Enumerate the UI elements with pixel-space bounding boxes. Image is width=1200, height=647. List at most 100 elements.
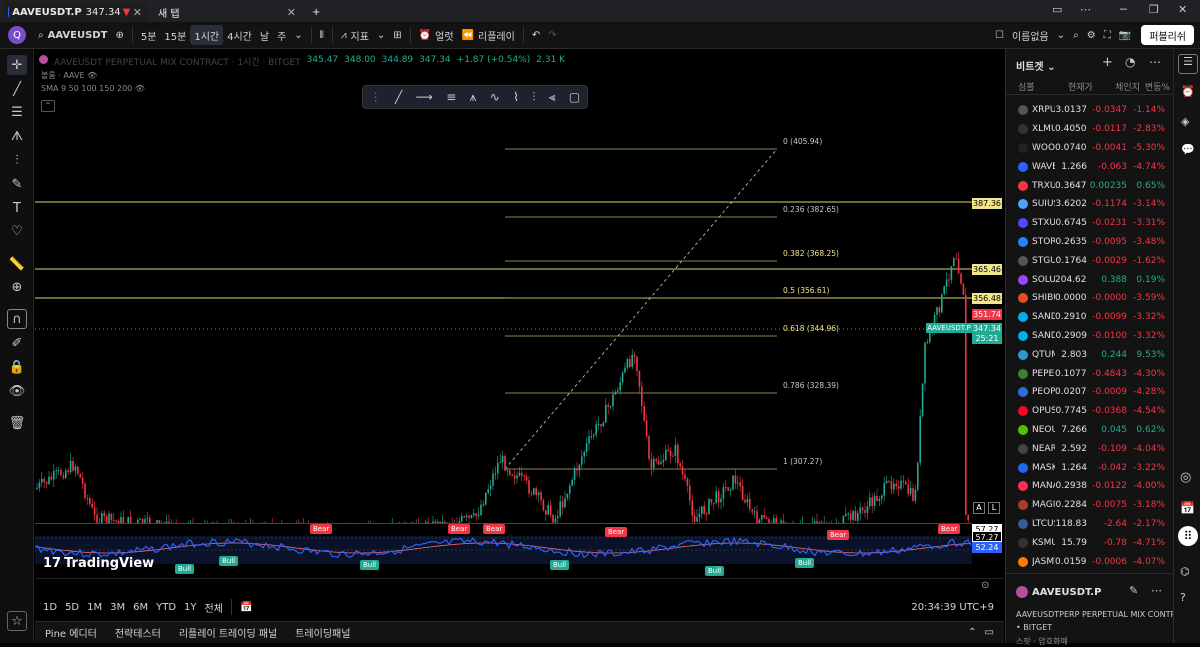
fib-ext-icon[interactable]: ⫷ bbox=[549, 90, 556, 105]
pattern-tool-icon[interactable]: ⌇ bbox=[513, 90, 519, 104]
tab-replay-panel[interactable]: 리플레이 트레이딩 패널 bbox=[175, 623, 281, 643]
watchlist-row[interactable]: PEPEUSDT 0.107729 -0.4843 -4.30% bbox=[1006, 364, 1174, 383]
watchlist-row[interactable]: STXUSDT 0.6745 -0.0231 -3.31% bbox=[1006, 214, 1174, 233]
range-1y[interactable]: 1Y bbox=[180, 597, 200, 617]
stay-drawing-icon[interactable]: ✐ bbox=[7, 333, 27, 353]
drag-handle-icon[interactable]: ⋮ bbox=[370, 90, 382, 104]
apps-grid-icon[interactable]: ⠿ bbox=[1178, 526, 1198, 546]
help-icon[interactable]: ? bbox=[1180, 591, 1186, 604]
tab-strategy-tester[interactable]: 전략테스터 bbox=[111, 623, 165, 643]
tab-close-icon[interactable]: ✕ bbox=[133, 6, 142, 19]
notifications-icon[interactable]: ⌬ bbox=[1180, 565, 1190, 578]
fullscreen-icon[interactable]: ⛶ bbox=[1100, 25, 1115, 45]
calendar-icon[interactable]: 📅 bbox=[1180, 501, 1195, 515]
brush-icon[interactable]: ✎ bbox=[7, 174, 27, 194]
maximize-icon[interactable]: ❐ bbox=[1149, 3, 1159, 16]
watchlist-row[interactable]: KSMUSDT 15.79 -0.78 -4.71% bbox=[1006, 533, 1174, 552]
eye-icon[interactable]: 👁 bbox=[87, 71, 97, 80]
watchlist-row[interactable]: STORJUSDT 0.2635 -0.0095 -3.48% bbox=[1006, 233, 1174, 252]
range-all[interactable]: 전체 bbox=[201, 597, 227, 617]
watchlist-more-icon[interactable]: ⋯ bbox=[1149, 55, 1161, 69]
crosshair-icon[interactable]: ✛ bbox=[7, 55, 27, 75]
interval-day[interactable]: 날 bbox=[256, 25, 273, 45]
fib-retrace-icon[interactable]: ⫶ bbox=[532, 90, 535, 105]
settings-gear-icon[interactable]: ⚙ bbox=[1083, 25, 1100, 45]
wave-icon[interactable]: ∿ bbox=[490, 90, 500, 104]
layers-icon[interactable]: ◈ bbox=[1181, 115, 1189, 128]
fib-tool-icon[interactable]: ⫶ bbox=[7, 150, 27, 170]
watchlist-row[interactable]: OPUSDT 0.7745 -0.0368 -4.54% bbox=[1006, 402, 1174, 421]
detail-more-icon[interactable]: ⋯ bbox=[1151, 584, 1162, 597]
target-icon[interactable]: ◎ bbox=[1180, 470, 1191, 485]
horizontal-lines-icon[interactable]: ☰ bbox=[7, 102, 27, 122]
tab-pine-editor[interactable]: Pine 에디터 bbox=[41, 623, 101, 643]
edit-pencil-icon[interactable]: ✎ bbox=[1129, 584, 1138, 597]
watchlist-row[interactable]: MASKUSDT 1.264 -0.042 -3.22% bbox=[1006, 458, 1174, 477]
layout-name[interactable]: 이름없음 bbox=[1008, 25, 1053, 45]
watchlist-row[interactable]: NEOUSDT 7.266 0.045 0.62% bbox=[1006, 421, 1174, 440]
rectangle-icon[interactable]: ▢ bbox=[569, 90, 580, 104]
time-axis-settings-icon[interactable]: ⊙ bbox=[981, 580, 989, 591]
symbol-search-button[interactable]: ⌕AAVEUSDT bbox=[34, 25, 111, 45]
ray-tool-icon[interactable]: ⟶ bbox=[416, 90, 433, 104]
indicators-button[interactable]: ⩘지표 bbox=[337, 25, 373, 45]
add-symbol-plus-icon[interactable]: + bbox=[1102, 55, 1113, 70]
watchlist-row[interactable]: QTUMUSDT 2.803 0.244 9.53% bbox=[1006, 345, 1174, 364]
magnet-icon[interactable]: ∩ bbox=[7, 309, 27, 329]
pitchfork-icon[interactable]: ⩚ bbox=[470, 90, 477, 105]
channel-tool-icon[interactable]: ≡ bbox=[446, 90, 456, 104]
templates-grid-icon[interactable]: ⊞ bbox=[389, 25, 405, 45]
advanced-view-icon[interactable]: ◔ bbox=[1125, 55, 1135, 69]
range-1d[interactable]: 1D bbox=[39, 597, 61, 617]
watchlist-row[interactable]: XLMUSDT 0.40506 -0.0117 -2.83% bbox=[1006, 120, 1174, 139]
tab-new[interactable]: 새 탭 ✕ bbox=[152, 2, 302, 22]
ruler-icon[interactable]: 📏 bbox=[7, 254, 27, 274]
new-tab-plus-icon[interactable]: + bbox=[306, 2, 322, 22]
eye-icon[interactable]: 👁 bbox=[135, 84, 145, 93]
trash-icon[interactable]: 🗑 bbox=[7, 413, 27, 433]
interval-1h[interactable]: 1시간 bbox=[190, 25, 223, 45]
redo-icon[interactable]: ↷ bbox=[544, 25, 560, 45]
col-last[interactable]: 현재가 bbox=[1068, 80, 1104, 93]
watchlist-row[interactable]: STGUSDT 0.1764 -0.0029 -1.62% bbox=[1006, 251, 1174, 270]
oscillator-pane[interactable]: BearBearBearBearBearBearBullBullBullBull… bbox=[35, 523, 972, 578]
layout-dropdown-icon[interactable]: ⌄ bbox=[1053, 25, 1069, 45]
camera-icon[interactable]: 📷 bbox=[1115, 25, 1135, 45]
watchlist-title[interactable]: 비트겟 ⌄ bbox=[1016, 58, 1055, 73]
col-change-pct[interactable]: 변동% bbox=[1140, 80, 1170, 93]
interval-4h[interactable]: 4시간 bbox=[223, 25, 256, 45]
watchlist-row[interactable]: SOLUSDT 204.623 0.388 0.19% bbox=[1006, 270, 1174, 289]
undo-icon[interactable]: ↶ bbox=[528, 25, 544, 45]
heart-icon[interactable]: ♡ bbox=[7, 221, 27, 241]
watchlist-row[interactable]: SANDUSDT 0.2909 -0.0100 -3.32% bbox=[1006, 327, 1174, 346]
watchlist-row[interactable]: LTCUSDT 118.83 -2.64 -2.17% bbox=[1006, 515, 1174, 534]
range-5d[interactable]: 5D bbox=[61, 597, 83, 617]
tab-aaveusdt[interactable]: AAVEUSDT.P 347.34 ▼ −2.96% ✕ bbox=[2, 2, 148, 22]
alert-button[interactable]: ⏰얼럿 bbox=[415, 25, 458, 45]
watchlist-row[interactable]: NEARUSDT 2.592 -0.109 -4.04% bbox=[1006, 439, 1174, 458]
publish-button[interactable]: 퍼블리쉬 bbox=[1141, 25, 1194, 45]
eye-icon[interactable]: 👁 bbox=[7, 381, 27, 401]
maximize-panel-icon[interactable]: ▭ bbox=[981, 623, 998, 643]
watchlist-row[interactable]: PEOPLEUSDT 0.02079 -0.0009 -4.28% bbox=[1006, 383, 1174, 402]
watchlist-row[interactable]: TRXUSDT 0.36472 0.00235 0.65% bbox=[1006, 176, 1174, 195]
price-chart[interactable]: AAVEUSDT PERPETUAL MIX CONTRACT · 1시간 · … bbox=[35, 49, 972, 523]
chat-icon[interactable]: 💬 bbox=[1181, 143, 1195, 156]
watchlist-row[interactable]: SUIUSDT 3.6202 -0.1174 -3.14% bbox=[1006, 195, 1174, 214]
minimize-icon[interactable]: ─ bbox=[1120, 3, 1127, 16]
range-3m[interactable]: 3M bbox=[106, 597, 129, 617]
clock-time[interactable]: 20:34:39 UTC+9 bbox=[907, 597, 998, 617]
range-ytd[interactable]: YTD bbox=[152, 597, 180, 617]
dots-icon[interactable]: ⋯ bbox=[1080, 3, 1091, 16]
interval-5m[interactable]: 5분 bbox=[137, 25, 161, 45]
zoom-in-icon[interactable]: ⊕ bbox=[7, 277, 27, 297]
tab-close-icon[interactable]: ✕ bbox=[287, 6, 296, 19]
col-change[interactable]: 체인지 bbox=[1104, 80, 1140, 93]
interval-15m[interactable]: 15분 bbox=[160, 25, 190, 45]
interval-dropdown-icon[interactable]: ⌄ bbox=[290, 25, 306, 45]
close-window-icon[interactable]: ✕ bbox=[1178, 3, 1187, 16]
compare-plus-icon[interactable]: ⊕ bbox=[111, 25, 127, 45]
layout-icon[interactable]: ▭ bbox=[1052, 3, 1062, 16]
tab-trading-panel[interactable]: 트레이딩패널 bbox=[291, 623, 354, 643]
watchlist-row[interactable]: JASMYUSDT 0.015920 -0.0006 -4.07% bbox=[1006, 552, 1174, 571]
